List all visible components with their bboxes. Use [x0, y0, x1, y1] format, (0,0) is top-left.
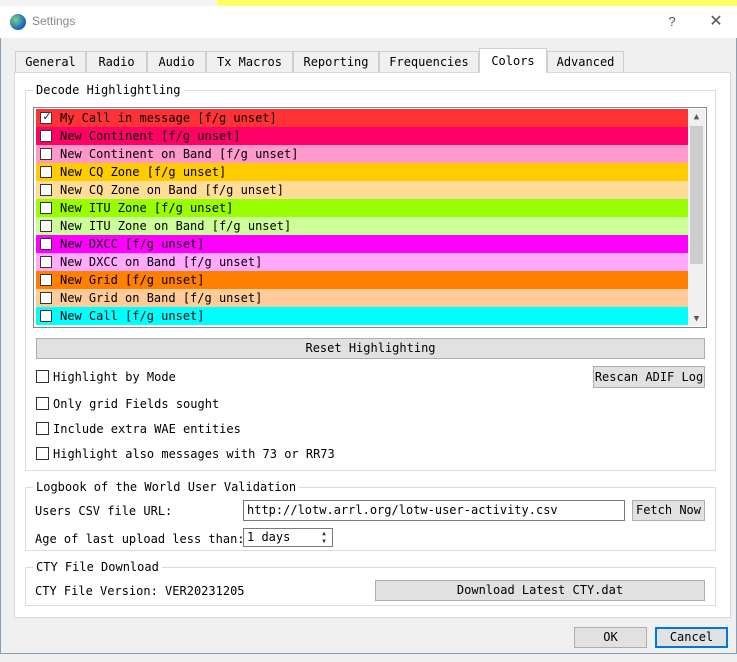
- close-icon[interactable]: ✕: [704, 12, 728, 32]
- checkbox[interactable]: [40, 130, 52, 142]
- highlight-item-label: New Call [f/g unset]: [60, 309, 205, 323]
- cty-version-label: CTY File Version: VER20231205: [35, 584, 245, 598]
- checkbox[interactable]: [40, 220, 52, 232]
- highlight-item-my-call[interactable]: ✓ My Call in message [f/g unset]: [36, 109, 688, 127]
- highlight-73-checkbox[interactable]: [36, 447, 49, 460]
- title-bar[interactable]: [0, 6, 737, 38]
- highlight-item-new-grid[interactable]: New Grid [f/g unset]: [36, 271, 688, 289]
- scroll-down-arrow-icon[interactable]: ▼: [688, 312, 705, 326]
- highlight-item-new-continent-band[interactable]: New Continent on Band [f/g unset]: [36, 145, 688, 163]
- reset-highlighting-button[interactable]: Reset Highlighting: [36, 338, 705, 359]
- highlight-item-label: New CQ Zone on Band [f/g unset]: [60, 183, 284, 197]
- ok-button[interactable]: OK: [574, 627, 647, 648]
- highlight-item-label: New Grid [f/g unset]: [60, 273, 205, 287]
- checkbox[interactable]: [40, 148, 52, 160]
- highlight-by-mode-label: Highlight by Mode: [53, 370, 176, 384]
- tab-advanced[interactable]: Advanced: [547, 51, 624, 72]
- highlight-item-label: New CQ Zone [f/g unset]: [60, 165, 227, 179]
- only-grid-fields-checkbox[interactable]: [36, 397, 49, 410]
- highlight-item-new-cq-zone[interactable]: New CQ Zone [f/g unset]: [36, 163, 688, 181]
- checkbox[interactable]: [40, 256, 52, 268]
- checkbox[interactable]: [40, 292, 52, 304]
- highlight-item-label: New ITU Zone on Band [f/g unset]: [60, 219, 292, 233]
- checkbox[interactable]: [40, 310, 52, 322]
- highlight-item-new-dxcc-band[interactable]: New DXCC on Band [f/g unset]: [36, 253, 688, 271]
- highlight-item-label: New Grid on Band [f/g unset]: [60, 291, 263, 305]
- cancel-button[interactable]: Cancel: [655, 627, 728, 648]
- checkmark-icon: ✓: [42, 110, 52, 123]
- lotw-title: Logbook of the World User Validation: [33, 480, 300, 494]
- highlight-item-label: New Continent [f/g unset]: [60, 129, 241, 143]
- age-last-upload-label: Age of last upload less than:: [35, 532, 245, 546]
- highlight-item-new-itu-zone-band[interactable]: New ITU Zone on Band [f/g unset]: [36, 217, 688, 235]
- highlight-list[interactable]: ✓ My Call in message [f/g unset] New Con…: [33, 107, 707, 328]
- tab-general[interactable]: General: [15, 51, 86, 72]
- highlight-item-new-cq-zone-band[interactable]: New CQ Zone on Band [f/g unset]: [36, 181, 688, 199]
- highlight-item-new-call[interactable]: New Call [f/g unset]: [36, 307, 688, 325]
- cty-title: CTY File Download: [33, 560, 162, 574]
- checkbox[interactable]: ✓: [40, 110, 52, 124]
- highlight-by-mode-checkbox[interactable]: [36, 370, 49, 383]
- tab-frequencies[interactable]: Frequencies: [379, 51, 479, 72]
- only-grid-fields-label: Only grid Fields sought: [53, 397, 220, 411]
- users-csv-url-input[interactable]: http://lotw.arrl.org/lotw-user-activity.…: [243, 500, 625, 521]
- highlight-item-label: New Continent on Band [f/g unset]: [60, 147, 299, 161]
- highlight-item-label: My Call in message [f/g unset]: [60, 111, 277, 125]
- help-button[interactable]: ?: [662, 12, 682, 32]
- checkbox[interactable]: [40, 166, 52, 178]
- users-csv-url-label: Users CSV file URL:: [35, 504, 173, 518]
- tab-colors[interactable]: Colors: [479, 48, 547, 73]
- window-title: Settings: [32, 14, 76, 28]
- highlight-73-label: Highlight also messages with 73 or RR73: [53, 447, 335, 461]
- include-wae-label: Include extra WAE entities: [53, 422, 241, 436]
- checkbox[interactable]: [40, 274, 52, 286]
- tab-tx-macros[interactable]: Tx Macros: [206, 51, 293, 72]
- fetch-now-button[interactable]: Fetch Now: [632, 500, 705, 521]
- decode-highlighting-title: Decode Highlightling: [33, 83, 184, 97]
- app-globe-icon: [10, 14, 26, 30]
- highlight-item-label: New DXCC on Band [f/g unset]: [60, 255, 263, 269]
- download-cty-button[interactable]: Download Latest CTY.dat: [375, 580, 705, 601]
- highlight-item-label: New ITU Zone [f/g unset]: [60, 201, 234, 215]
- tab-radio[interactable]: Radio: [86, 51, 147, 72]
- checkbox[interactable]: [40, 202, 52, 214]
- highlight-item-new-itu-zone[interactable]: New ITU Zone [f/g unset]: [36, 199, 688, 217]
- include-wae-checkbox[interactable]: [36, 422, 49, 435]
- highlight-item-label: New DXCC [f/g unset]: [60, 237, 205, 251]
- highlight-item-new-grid-band[interactable]: New Grid on Band [f/g unset]: [36, 289, 688, 307]
- rescan-adif-log-button[interactable]: Rescan ADIF Log: [593, 366, 705, 388]
- highlight-item-new-continent[interactable]: New Continent [f/g unset]: [36, 127, 688, 145]
- checkbox[interactable]: [40, 184, 52, 196]
- background-app-bottom: [0, 654, 737, 662]
- spin-up-arrow-icon[interactable]: ▲: [317, 530, 331, 537]
- spin-down-arrow-icon[interactable]: ▼: [317, 538, 331, 545]
- scroll-up-arrow-icon[interactable]: ▲: [688, 110, 705, 124]
- checkbox[interactable]: [40, 238, 52, 250]
- highlight-item-new-dxcc[interactable]: New DXCC [f/g unset]: [36, 235, 688, 253]
- tab-audio[interactable]: Audio: [147, 51, 206, 72]
- tab-reporting[interactable]: Reporting: [293, 51, 379, 72]
- scrollbar-thumb[interactable]: [690, 126, 703, 264]
